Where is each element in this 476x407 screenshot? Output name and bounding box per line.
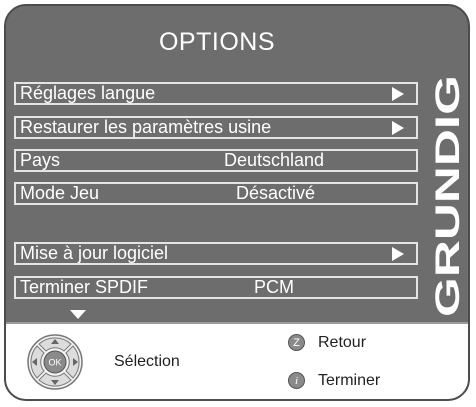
z-button-icon[interactable]: Z — [288, 334, 305, 351]
grundig-logo: GRUNDIG — [429, 75, 467, 317]
menu-item-label: Restaurer les paramètres usine — [20, 117, 272, 137]
arrow-down-icon[interactable] — [70, 310, 86, 319]
menu-item-label: Mode Jeu — [20, 183, 100, 203]
menu-item-mode-jeu[interactable]: Mode Jeu Désactivé — [14, 182, 418, 205]
menu-item-pays[interactable]: Pays Deutschland — [14, 149, 418, 172]
menu-item-value: Deutschland — [224, 150, 325, 170]
retour-label: Retour — [318, 334, 367, 351]
arrow-right-icon — [392, 247, 404, 261]
footer-bar: OK Sélection Z Retour i Terminer — [6, 322, 468, 399]
menu-item-label: Réglages langue — [20, 83, 156, 103]
menu-item-value: Désactivé — [236, 183, 316, 203]
nav-pad-icon[interactable]: OK — [26, 333, 84, 391]
selection-label: Sélection — [114, 353, 180, 370]
menu-title: OPTIONS — [158, 28, 275, 56]
brand-text: GRUNDIG — [429, 75, 467, 317]
menu-item-label: Terminer SPDIF — [20, 277, 149, 297]
info-button-icon[interactable]: i — [288, 372, 305, 389]
arrow-right-icon — [392, 87, 404, 101]
terminer-label: Terminer — [318, 372, 381, 389]
menu-item-mise-a-jour[interactable]: Mise à jour logiciel — [14, 242, 418, 265]
menu-item-label: Pays — [20, 150, 61, 170]
menu-item-restaurer[interactable]: Restaurer les paramètres usine — [14, 116, 418, 139]
options-panel: OPTIONS Réglages langue Restaurer les pa… — [4, 4, 470, 401]
menu-item-spdif[interactable]: Terminer SPDIF PCM — [14, 276, 418, 299]
menu-item-reglages-langue[interactable]: Réglages langue — [14, 82, 418, 105]
menu-item-value: PCM — [254, 277, 294, 297]
ok-label: OK — [48, 358, 61, 368]
arrow-right-icon — [392, 121, 404, 135]
menu-item-label: Mise à jour logiciel — [20, 243, 169, 263]
